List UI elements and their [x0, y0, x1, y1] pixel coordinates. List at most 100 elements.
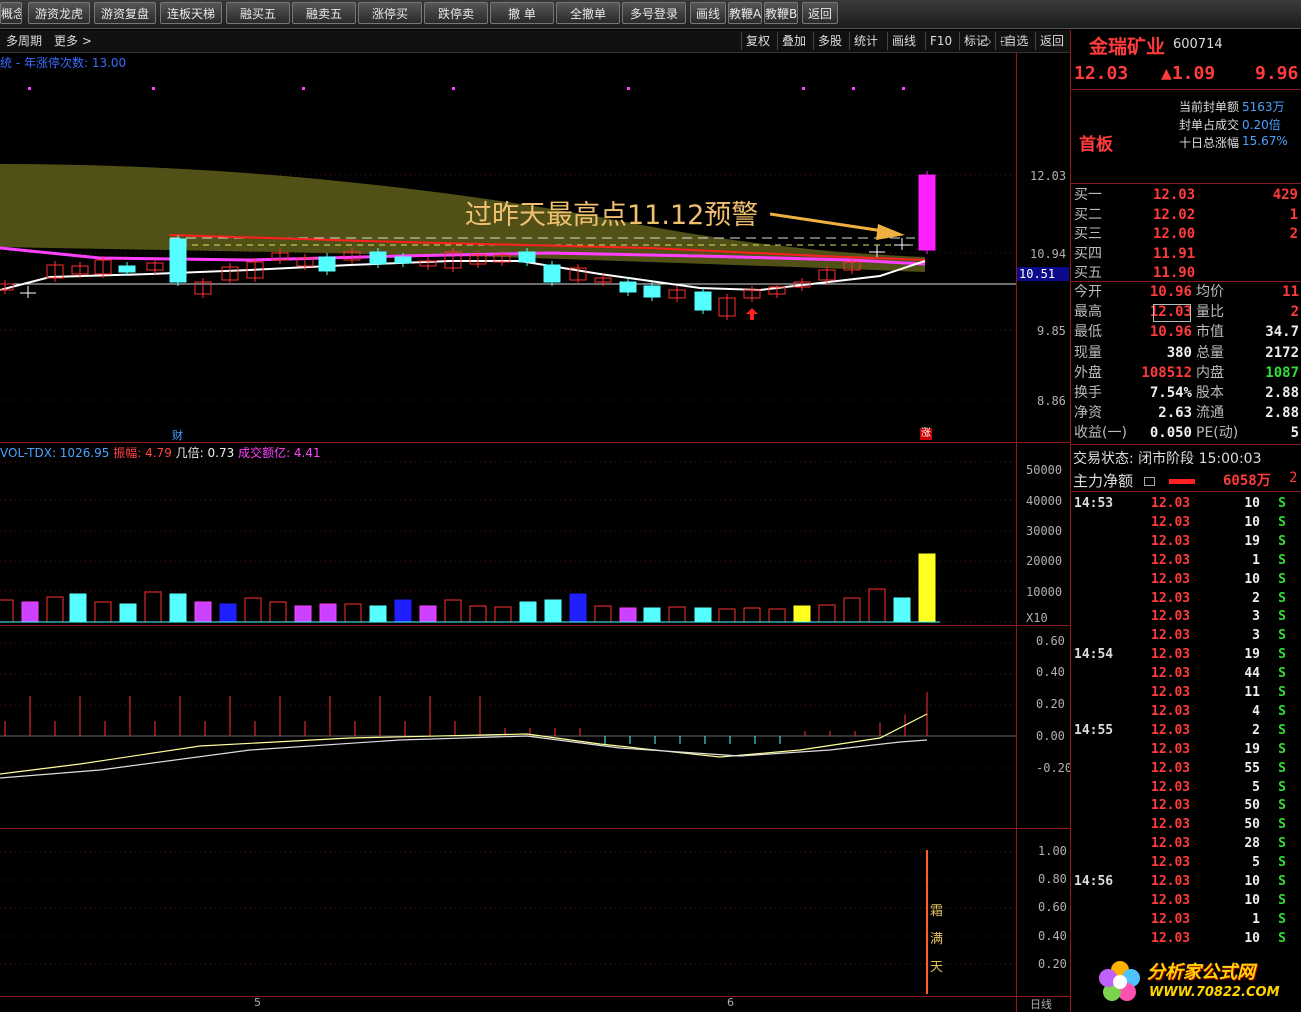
- bid-row[interactable]: 买四 11.91: [1071, 245, 1301, 264]
- tick-side: S: [1278, 703, 1286, 719]
- tick-volume: 10: [1244, 571, 1260, 587]
- diamond-icon[interactable]: ◇: [982, 34, 991, 48]
- tick-row: 12.03 11 S: [1071, 683, 1301, 702]
- toolbar-button[interactable]: 融买五: [226, 2, 290, 24]
- tick-volume: 50: [1244, 798, 1260, 814]
- toolbar-button[interactable]: 撤 单: [490, 2, 554, 24]
- chart-tool-button[interactable]: 画线: [887, 32, 920, 50]
- chart-tool-button[interactable]: F10: [925, 32, 956, 50]
- toolbar-button[interactable]: 返回: [802, 2, 838, 24]
- toolbar-button[interactable]: 连板天梯: [160, 2, 222, 24]
- tick-volume: 19: [1244, 741, 1260, 757]
- frost-char: 满: [930, 932, 944, 947]
- volume-bar: [369, 605, 387, 623]
- tick-row: 12.03 10 S: [1071, 929, 1301, 948]
- stat-row: 净资 2.63 流通 2.88: [1071, 404, 1301, 423]
- toolbar-button[interactable]: 游资复盘: [94, 2, 156, 24]
- tick-side: S: [1278, 798, 1286, 814]
- axis-label: 0.00: [1036, 729, 1065, 743]
- annotation-arrow: [769, 212, 891, 234]
- tick-side: S: [1278, 741, 1286, 757]
- chart-tool-button[interactable]: 返回: [1035, 32, 1068, 50]
- tick-volume: 44: [1244, 666, 1260, 682]
- quote-panel: 金瑞矿业 600714 12.03 ▲1.09 9.96 首板 当前封单额 516…: [1070, 30, 1301, 1012]
- volume-bar: [868, 588, 886, 623]
- tick-price: 12.03: [1151, 685, 1191, 700]
- tick-side: S: [1278, 590, 1286, 606]
- bid-price: 12.02: [1153, 206, 1196, 223]
- tick-time: 14:56: [1074, 874, 1114, 889]
- multi-period-button[interactable]: 多周期: [2, 32, 46, 50]
- limit-up-marker[interactable]: 涨: [920, 428, 932, 440]
- bid-price: 12.03: [1153, 187, 1196, 203]
- stat-value: 0.050: [1149, 425, 1192, 442]
- stat-label: 换手: [1074, 385, 1102, 401]
- volume-bar: [0, 599, 14, 623]
- more-button[interactable]: 更多 >: [50, 32, 96, 50]
- chart-tool-button[interactable]: 统计: [849, 32, 882, 50]
- macd-dea-line: [0, 735, 928, 779]
- tick-volume: 10: [1244, 496, 1260, 511]
- volume-bar: [194, 601, 212, 623]
- axis-label: X10: [1026, 611, 1048, 625]
- stat-label: 股本: [1196, 385, 1224, 401]
- axis-label: 0.80: [1038, 872, 1067, 886]
- trade-status: 交易状态: 闭市阶段 15:00:03: [1073, 451, 1262, 467]
- toolbar-button[interactable]: 融卖五: [292, 2, 356, 24]
- vol-legend-item: 振幅: 4.79: [113, 446, 172, 460]
- main-net-value: 6058万: [1223, 473, 1271, 489]
- seal-value: 15.67%: [1242, 134, 1288, 148]
- main-net-extra: 2: [1289, 470, 1298, 486]
- volume-bar: [394, 599, 412, 623]
- toolbar-button[interactable]: 涨停买: [358, 2, 422, 24]
- watermark-url: WWW.70822.COM: [1149, 985, 1280, 1000]
- bid-row[interactable]: 买三 12.00 2: [1071, 225, 1301, 244]
- signal-dot: [902, 87, 905, 90]
- toolbar-button[interactable]: 教鞭A: [728, 2, 762, 24]
- tick-row: 12.03 19 S: [1071, 740, 1301, 759]
- tick-side: S: [1278, 571, 1286, 587]
- tick-row: 12.03 1 S: [1071, 551, 1301, 570]
- axis-label: 0.60: [1038, 900, 1067, 914]
- toolbar-button[interactable]: 跌停卖: [424, 2, 488, 24]
- tick-row: 12.03 44 S: [1071, 664, 1301, 683]
- toolbar-button[interactable]: 教鞭B: [764, 2, 798, 24]
- candle-body: [369, 251, 387, 265]
- axis-label: 0.60: [1036, 634, 1065, 648]
- toolbar-button[interactable]: 概念: [0, 2, 22, 24]
- candle-body: [318, 256, 336, 272]
- chart-tool-button[interactable]: 复权: [741, 32, 774, 50]
- chart-tool-button[interactable]: 多股: [813, 32, 846, 50]
- candle-body: [543, 264, 561, 283]
- volume-bar: [893, 597, 911, 623]
- stat-value: 10.96: [1149, 284, 1192, 300]
- tick-side: S: [1278, 552, 1286, 568]
- tick-side: S: [1278, 647, 1286, 663]
- tick-side: S: [1278, 609, 1286, 625]
- window-icon[interactable]: ◫: [1000, 34, 1010, 47]
- chart-tool-button[interactable]: 叠加: [777, 32, 810, 50]
- toolbar-button[interactable]: 画线: [690, 2, 726, 24]
- bid-row[interactable]: 买二 12.02 1: [1071, 206, 1301, 225]
- tick-row: 12.03 10 S: [1071, 570, 1301, 589]
- finance-marker[interactable]: 财: [172, 427, 183, 443]
- stat-value: 2.63: [1158, 405, 1192, 422]
- last-price: 12.03: [1074, 63, 1129, 84]
- bid-row[interactable]: 买一 12.03 429: [1071, 186, 1301, 205]
- signal-dot: [852, 87, 855, 90]
- tick-row: 12.03 50 S: [1071, 796, 1301, 815]
- tick-price: 12.03: [1151, 496, 1191, 511]
- toolbar-button[interactable]: 多号登录: [622, 2, 686, 24]
- tick-row: 12.03 10 S: [1071, 513, 1301, 532]
- toolbar-button[interactable]: 全撤单: [556, 2, 620, 24]
- tick-price: 12.03: [1151, 817, 1191, 833]
- net-bar: [1169, 479, 1195, 484]
- tick-side: S: [1278, 514, 1286, 530]
- period-label[interactable]: 日线: [1030, 996, 1052, 1012]
- list-icon[interactable]: [1144, 477, 1155, 486]
- stat-label: 外盘: [1074, 364, 1102, 381]
- stat-label: 量比: [1196, 304, 1224, 321]
- tick-price: 12.03: [1151, 552, 1191, 568]
- toolbar-button[interactable]: 游资龙虎: [28, 2, 90, 24]
- tick-side: S: [1278, 874, 1286, 889]
